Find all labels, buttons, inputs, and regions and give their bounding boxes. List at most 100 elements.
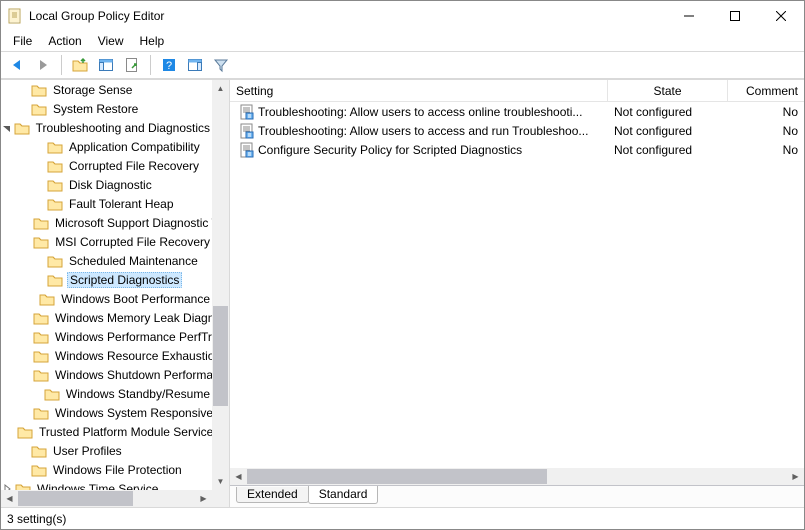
toggle-spacer xyxy=(17,102,31,116)
menu-file[interactable]: File xyxy=(5,32,40,50)
titlebar: Local Group Policy Editor xyxy=(1,1,804,31)
tree-item[interactable]: User Profiles xyxy=(1,441,212,460)
tab-standard[interactable]: Standard xyxy=(308,486,379,504)
folder-icon xyxy=(47,139,63,155)
tree-item-label: Windows Time Service xyxy=(35,482,160,491)
help-button[interactable]: ? xyxy=(157,54,181,76)
tree-item[interactable]: Windows Performance PerfTrack xyxy=(1,327,212,346)
tree-h-scrollbar[interactable]: ◀ ▶ xyxy=(1,490,229,507)
tree-item[interactable]: Windows Boot Performance xyxy=(1,289,212,308)
tree-item[interactable]: Windows Shutdown Performance xyxy=(1,365,212,384)
list-pane: Setting State Comment Troubleshooting: A… xyxy=(230,80,804,507)
tree-item-label: Windows Resource Exhaustion xyxy=(53,349,212,363)
tree-pane: Storage SenseSystem RestoreTroubleshooti… xyxy=(1,80,230,507)
scroll-thumb[interactable] xyxy=(18,491,133,506)
tree-item[interactable]: MSI Corrupted File Recovery xyxy=(1,232,212,251)
maximize-button[interactable] xyxy=(712,1,758,31)
list-h-scrollbar[interactable]: ◀ ▶ xyxy=(230,468,804,485)
export-button[interactable] xyxy=(120,54,144,76)
scroll-left-icon[interactable]: ◀ xyxy=(1,490,18,507)
folder-icon xyxy=(39,291,55,307)
col-state[interactable]: State xyxy=(608,80,728,101)
folder-icon xyxy=(17,424,33,440)
scroll-right-icon[interactable]: ▶ xyxy=(787,468,804,485)
toggle-spacer xyxy=(33,254,47,268)
tree-item-label: Windows System Responsiveness xyxy=(53,406,212,420)
cell-setting: Troubleshooting: Allow users to access o… xyxy=(258,105,582,119)
scroll-thumb[interactable] xyxy=(247,469,547,484)
folder-icon xyxy=(31,462,47,478)
cell-state: Not configured xyxy=(608,143,728,157)
menu-action[interactable]: Action xyxy=(40,32,89,50)
scroll-down-icon[interactable]: ▼ xyxy=(212,473,229,490)
menu-help[interactable]: Help xyxy=(132,32,173,50)
list-row[interactable]: Troubleshooting: Allow users to access o… xyxy=(230,102,804,121)
tree-item-label: Windows Memory Leak Diagnosis xyxy=(53,311,212,325)
tree-item[interactable]: Troubleshooting and Diagnostics xyxy=(1,118,212,137)
show-hide-action-pane-button[interactable] xyxy=(183,54,207,76)
svg-text:?: ? xyxy=(166,60,172,72)
tree-item[interactable]: Windows File Protection xyxy=(1,460,212,479)
toggle-spacer xyxy=(33,387,44,401)
folder-icon xyxy=(47,158,63,174)
tree-item-label: Windows Boot Performance xyxy=(59,292,212,306)
tree-item[interactable]: Windows Memory Leak Diagnosis xyxy=(1,308,212,327)
folder-icon xyxy=(33,310,49,326)
content: Storage SenseSystem RestoreTroubleshooti… xyxy=(1,79,804,507)
tree-item[interactable]: Application Compatibility xyxy=(1,137,212,156)
col-comment[interactable]: Comment xyxy=(728,80,804,101)
collapse-icon[interactable] xyxy=(1,121,14,135)
policy-icon xyxy=(239,142,255,158)
folder-icon xyxy=(47,253,63,269)
tree-item-label: Application Compatibility xyxy=(67,140,202,154)
scroll-up-icon[interactable]: ▲ xyxy=(212,80,229,97)
tree-item[interactable]: Storage Sense xyxy=(1,80,212,99)
tree-item[interactable]: Windows Standby/Resume xyxy=(1,384,212,403)
status-text: 3 setting(s) xyxy=(7,512,66,526)
list-body[interactable]: Troubleshooting: Allow users to access o… xyxy=(230,102,804,485)
tree-item[interactable]: Windows Time Service xyxy=(1,479,212,490)
app-icon xyxy=(7,8,23,24)
policy-icon xyxy=(239,104,255,120)
tree-item-label: Windows Shutdown Performance xyxy=(53,368,212,382)
folder-icon xyxy=(33,348,49,364)
back-button[interactable] xyxy=(5,54,29,76)
up-button[interactable] xyxy=(68,54,92,76)
col-setting[interactable]: Setting xyxy=(230,80,608,101)
tree-v-scrollbar[interactable]: ▲ ▼ xyxy=(212,80,229,490)
tree-item[interactable]: Scripted Diagnostics xyxy=(1,270,212,289)
filter-button[interactable] xyxy=(209,54,233,76)
show-hide-tree-button[interactable] xyxy=(94,54,118,76)
cell-comment: No xyxy=(728,124,804,138)
list-row[interactable]: Troubleshooting: Allow users to access a… xyxy=(230,121,804,140)
scroll-left-icon[interactable]: ◀ xyxy=(230,468,247,485)
tree-item[interactable]: Scheduled Maintenance xyxy=(1,251,212,270)
tree-item-label: Microsoft Support Diagnostic Tool xyxy=(53,216,212,230)
tree-item[interactable]: Windows Resource Exhaustion xyxy=(1,346,212,365)
tree-item[interactable]: Fault Tolerant Heap xyxy=(1,194,212,213)
tabs: Extended Standard xyxy=(230,485,804,507)
forward-button[interactable] xyxy=(31,54,55,76)
folder-icon xyxy=(15,481,31,491)
tree-item[interactable]: Microsoft Support Diagnostic Tool xyxy=(1,213,212,232)
scroll-thumb[interactable] xyxy=(213,306,228,406)
tree-item[interactable]: Corrupted File Recovery xyxy=(1,156,212,175)
list-row[interactable]: Configure Security Policy for Scripted D… xyxy=(230,140,804,159)
toggle-spacer xyxy=(17,444,31,458)
scroll-right-icon[interactable]: ▶ xyxy=(195,490,212,507)
expand-icon[interactable] xyxy=(1,482,15,491)
tree-item[interactable]: Disk Diagnostic xyxy=(1,175,212,194)
folder-icon xyxy=(31,101,47,117)
tree-item[interactable]: Trusted Platform Module Services xyxy=(1,422,212,441)
close-button[interactable] xyxy=(758,1,804,31)
minimize-button[interactable] xyxy=(666,1,712,31)
tree-item-label: User Profiles xyxy=(51,444,124,458)
tree-item-label: Windows Standby/Resume xyxy=(64,387,212,401)
tab-extended[interactable]: Extended xyxy=(236,487,309,503)
menubar: File Action View Help xyxy=(1,31,804,51)
tree[interactable]: Storage SenseSystem RestoreTroubleshooti… xyxy=(1,80,229,507)
tree-item[interactable]: Windows System Responsiveness xyxy=(1,403,212,422)
tree-item-label: Scheduled Maintenance xyxy=(67,254,200,268)
tree-item[interactable]: System Restore xyxy=(1,99,212,118)
menu-view[interactable]: View xyxy=(90,32,132,50)
